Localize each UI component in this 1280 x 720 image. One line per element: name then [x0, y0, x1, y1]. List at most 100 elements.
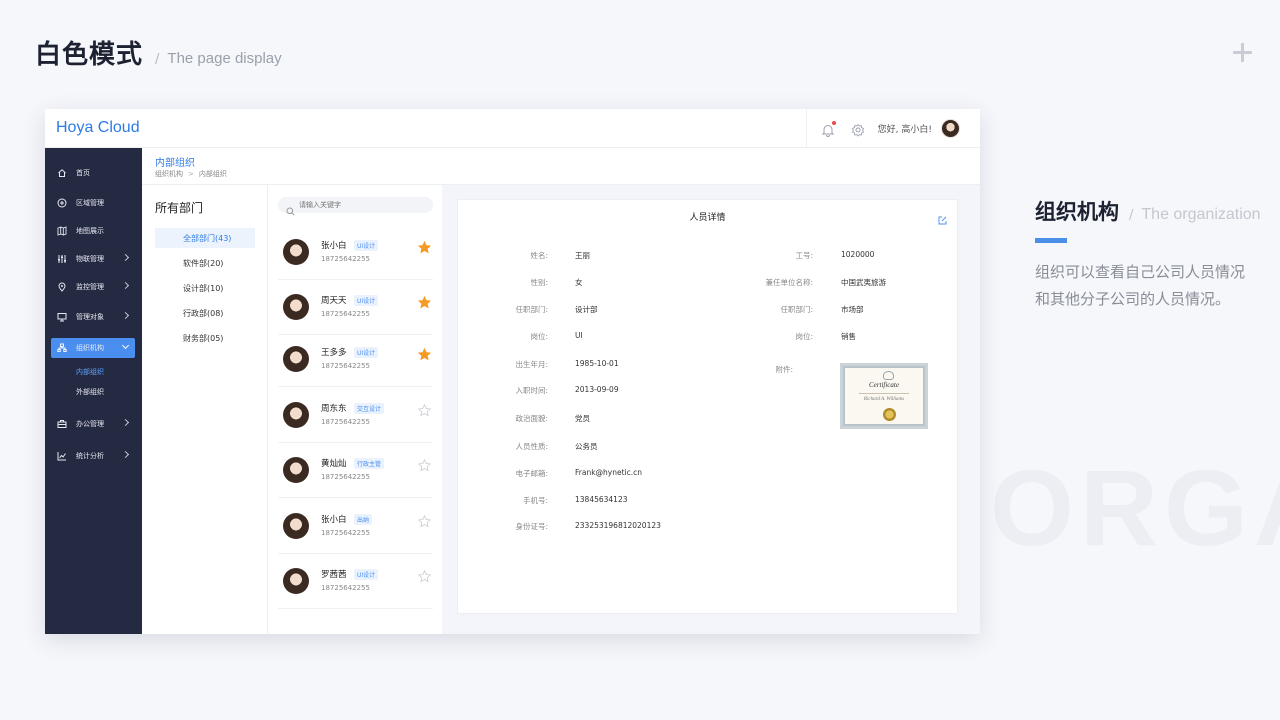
person-name: 张小白 — [321, 515, 347, 525]
person-name: 张小白 — [321, 241, 347, 251]
header-actions: 您好, 高小白! — [805, 109, 960, 148]
department-panel: 所有部门 全部部门(43) 软件部(20) 设计部(10) 行政部(08) 财务… — [142, 185, 268, 634]
sidebar-item-monitoring[interactable]: 监控管理 — [51, 277, 135, 297]
sidebar-item-label: 区域管理 — [76, 199, 104, 207]
person-name: 周天天 — [321, 296, 347, 306]
detail-title: 人员详情 — [689, 213, 726, 223]
person-phone: 18725642255 — [321, 473, 370, 481]
sidebar-item-iot[interactable]: 物联管理 — [51, 249, 135, 269]
bell-icon[interactable] — [821, 120, 836, 137]
detail-field-label: 出生年月: — [515, 360, 548, 369]
section-info: 组织机构 / The organization 组织可以查看自己公司人员情况和其… — [1035, 196, 1265, 313]
detail-field-label: 身份证号: — [515, 522, 548, 531]
map-icon — [57, 226, 67, 236]
detail-field-value: UI — [575, 331, 583, 340]
person-avatar — [283, 239, 309, 265]
monitor-icon — [57, 312, 67, 322]
search-box[interactable] — [278, 197, 433, 216]
person-row[interactable]: 张小白 UI设计 18725642255 — [278, 225, 433, 280]
star-filled-icon[interactable] — [418, 296, 431, 309]
slide-title-separator: / — [155, 52, 160, 67]
breadcrumb-item[interactable]: 组织机构 — [155, 169, 183, 179]
detail-field-label: 工号: — [795, 251, 813, 260]
sidebar-item-home[interactable]: 首页 — [51, 163, 135, 183]
sidebar-subitem-internal[interactable]: 内部组织 — [76, 367, 104, 377]
sidebar-item-area[interactable]: 区域管理 — [51, 193, 135, 213]
sidebar-item-organization[interactable]: 组织机构 — [51, 338, 135, 358]
detail-field-label: 入职时间: — [515, 386, 548, 395]
breadcrumb-item: 内部组织 — [198, 170, 227, 178]
content-header: 内部组织 组织机构 > 内部组织 — [142, 148, 980, 185]
certificate-signature: Richard A. Williams — [863, 397, 905, 402]
person-phone: 18725642255 — [321, 362, 370, 370]
person-row[interactable]: 罗茜茜 UI设计 18725642255 — [278, 554, 433, 609]
person-avatar — [283, 402, 309, 428]
slide-title-zh: 白色模式 — [35, 40, 144, 70]
sidebar-subitem-external[interactable]: 外部组织 — [76, 387, 104, 397]
detail-field-value: 党员 — [575, 414, 590, 423]
chevron-down-icon — [121, 341, 130, 350]
sidebar-item-managed-objects[interactable]: 管理对象 — [51, 307, 135, 327]
search-icon — [286, 201, 295, 216]
person-row[interactable]: 张小白 出纳 18725642255 — [278, 499, 433, 554]
person-role-tag: UI设计 — [354, 295, 379, 306]
detail-field-value: 2013-09-09 — [575, 385, 619, 394]
app-logo[interactable]: Hoya Cloud — [56, 119, 140, 137]
detail-field-label: 兼任单位名称: — [765, 278, 813, 287]
detail-field-value: 公务员 — [575, 442, 598, 451]
detail-field-label: 姓名: — [530, 251, 548, 260]
sidebar-item-map[interactable]: 地图展示 — [51, 221, 135, 241]
org-icon — [57, 343, 67, 353]
detail-field-value: 女 — [575, 278, 583, 287]
sidebar-item-label: 管理对象 — [76, 313, 104, 321]
sidebar: 首页 区域管理 地图展示 物联管理 监控管理 管理对象 组织机构 内部组织 外部… — [45, 148, 142, 634]
star-filled-icon[interactable] — [418, 348, 431, 361]
chevron-right-icon — [121, 311, 130, 320]
detail-field-label: 人员性质: — [515, 442, 548, 451]
department-item-design[interactable]: 设计部(10) — [155, 278, 255, 298]
star-outline-icon[interactable] — [418, 459, 431, 472]
detail-field-label: 政治面貌: — [515, 414, 548, 423]
star-filled-icon[interactable] — [418, 241, 431, 254]
department-item-finance[interactable]: 财务部(05) — [155, 328, 255, 348]
home-icon — [57, 168, 67, 178]
gear-icon[interactable] — [851, 122, 865, 137]
section-title-en: The organization — [1141, 206, 1261, 223]
chevron-right-icon — [121, 418, 130, 427]
person-row[interactable]: 周东东 交互设计 18725642255 — [278, 388, 433, 443]
sidebar-item-label: 物联管理 — [76, 255, 104, 263]
person-row[interactable]: 王多多 UI设计 18725642255 — [278, 332, 433, 387]
star-outline-icon[interactable] — [418, 515, 431, 528]
slide-title: 白色模式 / The page display — [35, 34, 282, 71]
department-item-software[interactable]: 软件部(20) — [155, 253, 255, 273]
people-panel: 张小白 UI设计 18725642255 周天天 UI设计 18725642255 王多多 U… — [269, 185, 442, 634]
detail-field-label: 电子邮箱: — [515, 469, 548, 478]
edit-icon[interactable] — [938, 210, 947, 225]
person-avatar — [283, 513, 309, 539]
detail-field-label: 岗位: — [530, 332, 548, 341]
department-item-admin[interactable]: 行政部(08) — [155, 303, 255, 323]
plus-icon — [1233, 43, 1252, 62]
sidebar-item-office[interactable]: 办公管理 — [51, 414, 135, 434]
detail-field-value: 233253196812020123 — [575, 521, 661, 530]
detail-field-value: 1020000 — [841, 250, 875, 259]
section-title-separator: / — [1129, 208, 1134, 223]
search-input[interactable] — [299, 201, 419, 209]
sidebar-item-label: 首页 — [76, 169, 90, 177]
page-title: 内部组织 — [155, 158, 195, 169]
star-outline-icon[interactable] — [418, 570, 431, 583]
sidebar-item-label: 统计分析 — [76, 452, 104, 460]
person-row[interactable]: 周天天 UI设计 18725642255 — [278, 280, 433, 335]
person-avatar — [283, 346, 309, 372]
person-row[interactable]: 黄灿灿 行政主管 18725642255 — [278, 443, 433, 498]
certificate-attachment[interactable]: Certificate Richard A. Williams — [840, 363, 928, 429]
watermark-text: ORGA — [990, 447, 1280, 568]
star-outline-icon[interactable] — [418, 404, 431, 417]
person-name: 周东东 — [321, 404, 347, 414]
department-item-all[interactable]: 全部部门(43) — [155, 228, 255, 248]
person-role-tag: UI设计 — [354, 569, 379, 580]
detail-field-value: 中国武夷旅游 — [841, 278, 886, 287]
sidebar-item-statistics[interactable]: 统计分析 — [51, 446, 135, 466]
person-role-tag: 交互设计 — [354, 403, 385, 414]
user-avatar[interactable] — [941, 119, 960, 138]
